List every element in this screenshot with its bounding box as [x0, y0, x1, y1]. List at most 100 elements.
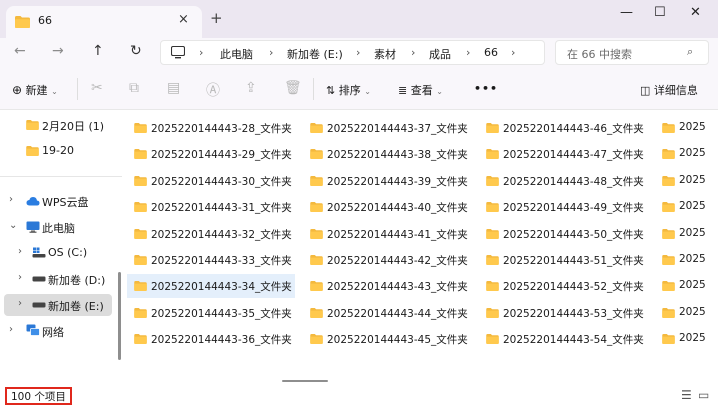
breadcrumb-66[interactable]: 66 — [484, 46, 498, 59]
tab-close-icon[interactable]: × — [178, 12, 189, 27]
folder-icon — [310, 202, 323, 215]
folder-item[interactable]: 2025220144443-31_文件夹 — [127, 195, 295, 219]
folder-item[interactable]: 2025220144443-29_文件夹 — [127, 142, 295, 166]
close-window-button[interactable]: ✕ — [690, 5, 701, 20]
share-icon[interactable]: ⇪ — [245, 80, 257, 96]
sidebar-item-network[interactable]: › 网络 — [4, 320, 118, 342]
folder-name: 2025220144443-28_文件夹 — [151, 123, 292, 135]
sidebar-item-drive-d[interactable]: › 新加卷 (D:) — [4, 268, 118, 290]
copy-icon[interactable]: ⧉ — [129, 80, 139, 96]
folder-item[interactable]: 2025 — [655, 327, 718, 351]
folder-item[interactable]: 2025220144443-41_文件夹 — [303, 222, 471, 246]
sidebar-item-feb20[interactable]: 2月20日 (1) — [4, 114, 118, 136]
chevron-right-icon[interactable]: › — [18, 272, 22, 283]
maximize-button[interactable]: ☐ — [654, 5, 666, 20]
folder-item[interactable]: 2025220144443-53_文件夹 — [479, 301, 647, 325]
folder-icon — [134, 175, 147, 189]
cloud-icon — [26, 197, 40, 206]
sidebar-item-wps-cloud[interactable]: › WPS云盘 — [4, 190, 118, 212]
folder-item[interactable]: 2025 — [655, 301, 718, 325]
tiles-view-icon[interactable]: ▭ — [698, 388, 709, 402]
folder-name: 2025 — [679, 305, 706, 318]
folder-item[interactable]: 2025220144443-43_文件夹 — [303, 274, 471, 298]
tab-66[interactable]: 66 × — [6, 6, 202, 38]
folder-item[interactable]: 2025220144443-49_文件夹 — [479, 195, 647, 219]
view-button[interactable]: ≣ 查看 ⌄ — [398, 82, 443, 98]
folder-item[interactable]: 2025220144443-42_文件夹 — [303, 248, 471, 272]
folder-item[interactable]: 2025 — [655, 142, 718, 166]
paste-icon[interactable]: ▤ — [167, 80, 180, 96]
folder-item[interactable]: 2025220144443-52_文件夹 — [479, 274, 647, 298]
breadcrumb-this-pc[interactable]: 此电脑 — [220, 46, 253, 62]
folder-name: 2025 — [679, 226, 706, 239]
folder-item[interactable]: 2025220144443-40_文件夹 — [303, 195, 471, 219]
folder-item[interactable]: 2025220144443-48_文件夹 — [479, 169, 647, 193]
details-button[interactable]: ◫ 详细信息 — [640, 82, 698, 98]
folder-item[interactable]: 2025220144443-54_文件夹 — [479, 327, 647, 351]
folder-item[interactable]: 2025220144443-30_文件夹 — [127, 169, 295, 193]
folder-item[interactable]: 2025220144443-33_文件夹 — [127, 248, 295, 272]
chevron-down-icon[interactable]: ⌄ — [9, 220, 17, 231]
cut-icon[interactable]: ✂ — [91, 80, 103, 96]
search-box[interactable]: 在 66 中搜索 ⌕ — [555, 40, 709, 65]
folder-item[interactable]: 2025220144443-47_文件夹 — [479, 142, 647, 166]
folder-item[interactable]: 2025 — [655, 195, 718, 219]
sidebar-item-drive-c[interactable]: › OS (C:) — [4, 242, 118, 264]
chevron-right-icon[interactable]: › — [9, 194, 13, 205]
folder-item[interactable]: 2025220144443-37_文件夹 — [303, 116, 471, 140]
view-label: 查看 — [410, 84, 433, 97]
folder-item[interactable]: 2025220144443-44_文件夹 — [303, 301, 471, 325]
up-button[interactable]: ↑ — [92, 43, 104, 59]
refresh-button[interactable]: ↻ — [130, 43, 142, 59]
sidebar-item-19-20[interactable]: 19-20 — [4, 140, 118, 162]
delete-icon[interactable]: 🗑 — [284, 80, 302, 96]
sidebar-item-drive-e[interactable]: › 新加卷 (E:) — [4, 294, 112, 316]
folder-item[interactable]: 2025 — [655, 116, 718, 140]
minimize-button[interactable]: — — [620, 5, 633, 20]
folder-item[interactable]: 2025 — [655, 274, 718, 298]
sidebar-item-label: 2月20日 (1) — [42, 120, 105, 133]
folder-item[interactable]: 2025220144443-32_文件夹 — [127, 222, 295, 246]
forward-button[interactable]: → — [52, 43, 64, 59]
chevron-right-icon[interactable]: › — [18, 246, 22, 257]
folder-icon — [310, 149, 323, 162]
folder-icon — [662, 123, 675, 136]
sidebar-item-this-pc[interactable]: ⌄ 此电脑 — [4, 216, 118, 238]
more-options-button[interactable]: ••• — [474, 82, 498, 95]
folder-name: 2025220144443-31_文件夹 — [151, 202, 292, 215]
sort-button[interactable]: ⇅ 排序 ⌄ — [326, 82, 371, 98]
address-bar[interactable]: › 此电脑 › 新加卷 (E:) › 素材 › 成品 › 66 › — [160, 40, 545, 65]
new-button[interactable]: ⊕ 新建 ⌄ — [12, 82, 58, 98]
folder-item[interactable]: 2025220144443-51_文件夹 — [479, 248, 647, 272]
search-icon[interactable]: ⌕ — [687, 45, 693, 59]
folder-item[interactable]: 2025220144443-38_文件夹 — [303, 142, 471, 166]
new-tab-button[interactable]: + — [210, 9, 223, 27]
breadcrumb-separator: › — [466, 46, 471, 59]
breadcrumb-expand[interactable]: › — [511, 46, 515, 59]
breadcrumb-chengpin[interactable]: 成品 — [429, 46, 451, 62]
folder-item[interactable]: 2025 — [655, 248, 718, 272]
folder-item[interactable]: 2025220144443-39_文件夹 — [303, 169, 471, 193]
item-count: 100 个项目 — [5, 387, 72, 405]
folder-name: 2025 — [679, 121, 706, 133]
folder-item[interactable]: 2025220144443-46_文件夹 — [479, 116, 647, 140]
folder-name: 2025 — [679, 279, 706, 292]
folder-item[interactable]: 2025220144443-36_文件夹 — [127, 327, 295, 351]
sidebar-scrollbar[interactable] — [118, 272, 121, 360]
folder-item[interactable]: 2025220144443-45_文件夹 — [303, 327, 471, 351]
breadcrumb-separator: › — [269, 46, 274, 59]
chevron-right-icon[interactable]: › — [18, 298, 22, 309]
rename-icon[interactable]: Ⓐ — [206, 80, 220, 100]
folder-item[interactable]: 2025 — [655, 169, 718, 193]
folder-name: 2025220144443-49_文件夹 — [503, 202, 644, 215]
breadcrumb-drive-e[interactable]: 新加卷 (E:) — [287, 46, 343, 62]
folder-item[interactable]: 2025220144443-28_文件夹 — [127, 116, 295, 140]
chevron-right-icon[interactable]: › — [9, 324, 13, 335]
details-view-icon[interactable]: ☰ — [681, 388, 692, 402]
breadcrumb-sucai[interactable]: 素材 — [374, 46, 396, 62]
folder-item[interactable]: 2025 — [655, 222, 718, 246]
folder-item[interactable]: 2025220144443-35_文件夹 — [127, 301, 295, 325]
folder-item[interactable]: 2025220144443-34_文件夹 — [127, 274, 295, 299]
folder-item[interactable]: 2025220144443-50_文件夹 — [479, 222, 647, 246]
back-button[interactable]: ← — [14, 43, 26, 59]
